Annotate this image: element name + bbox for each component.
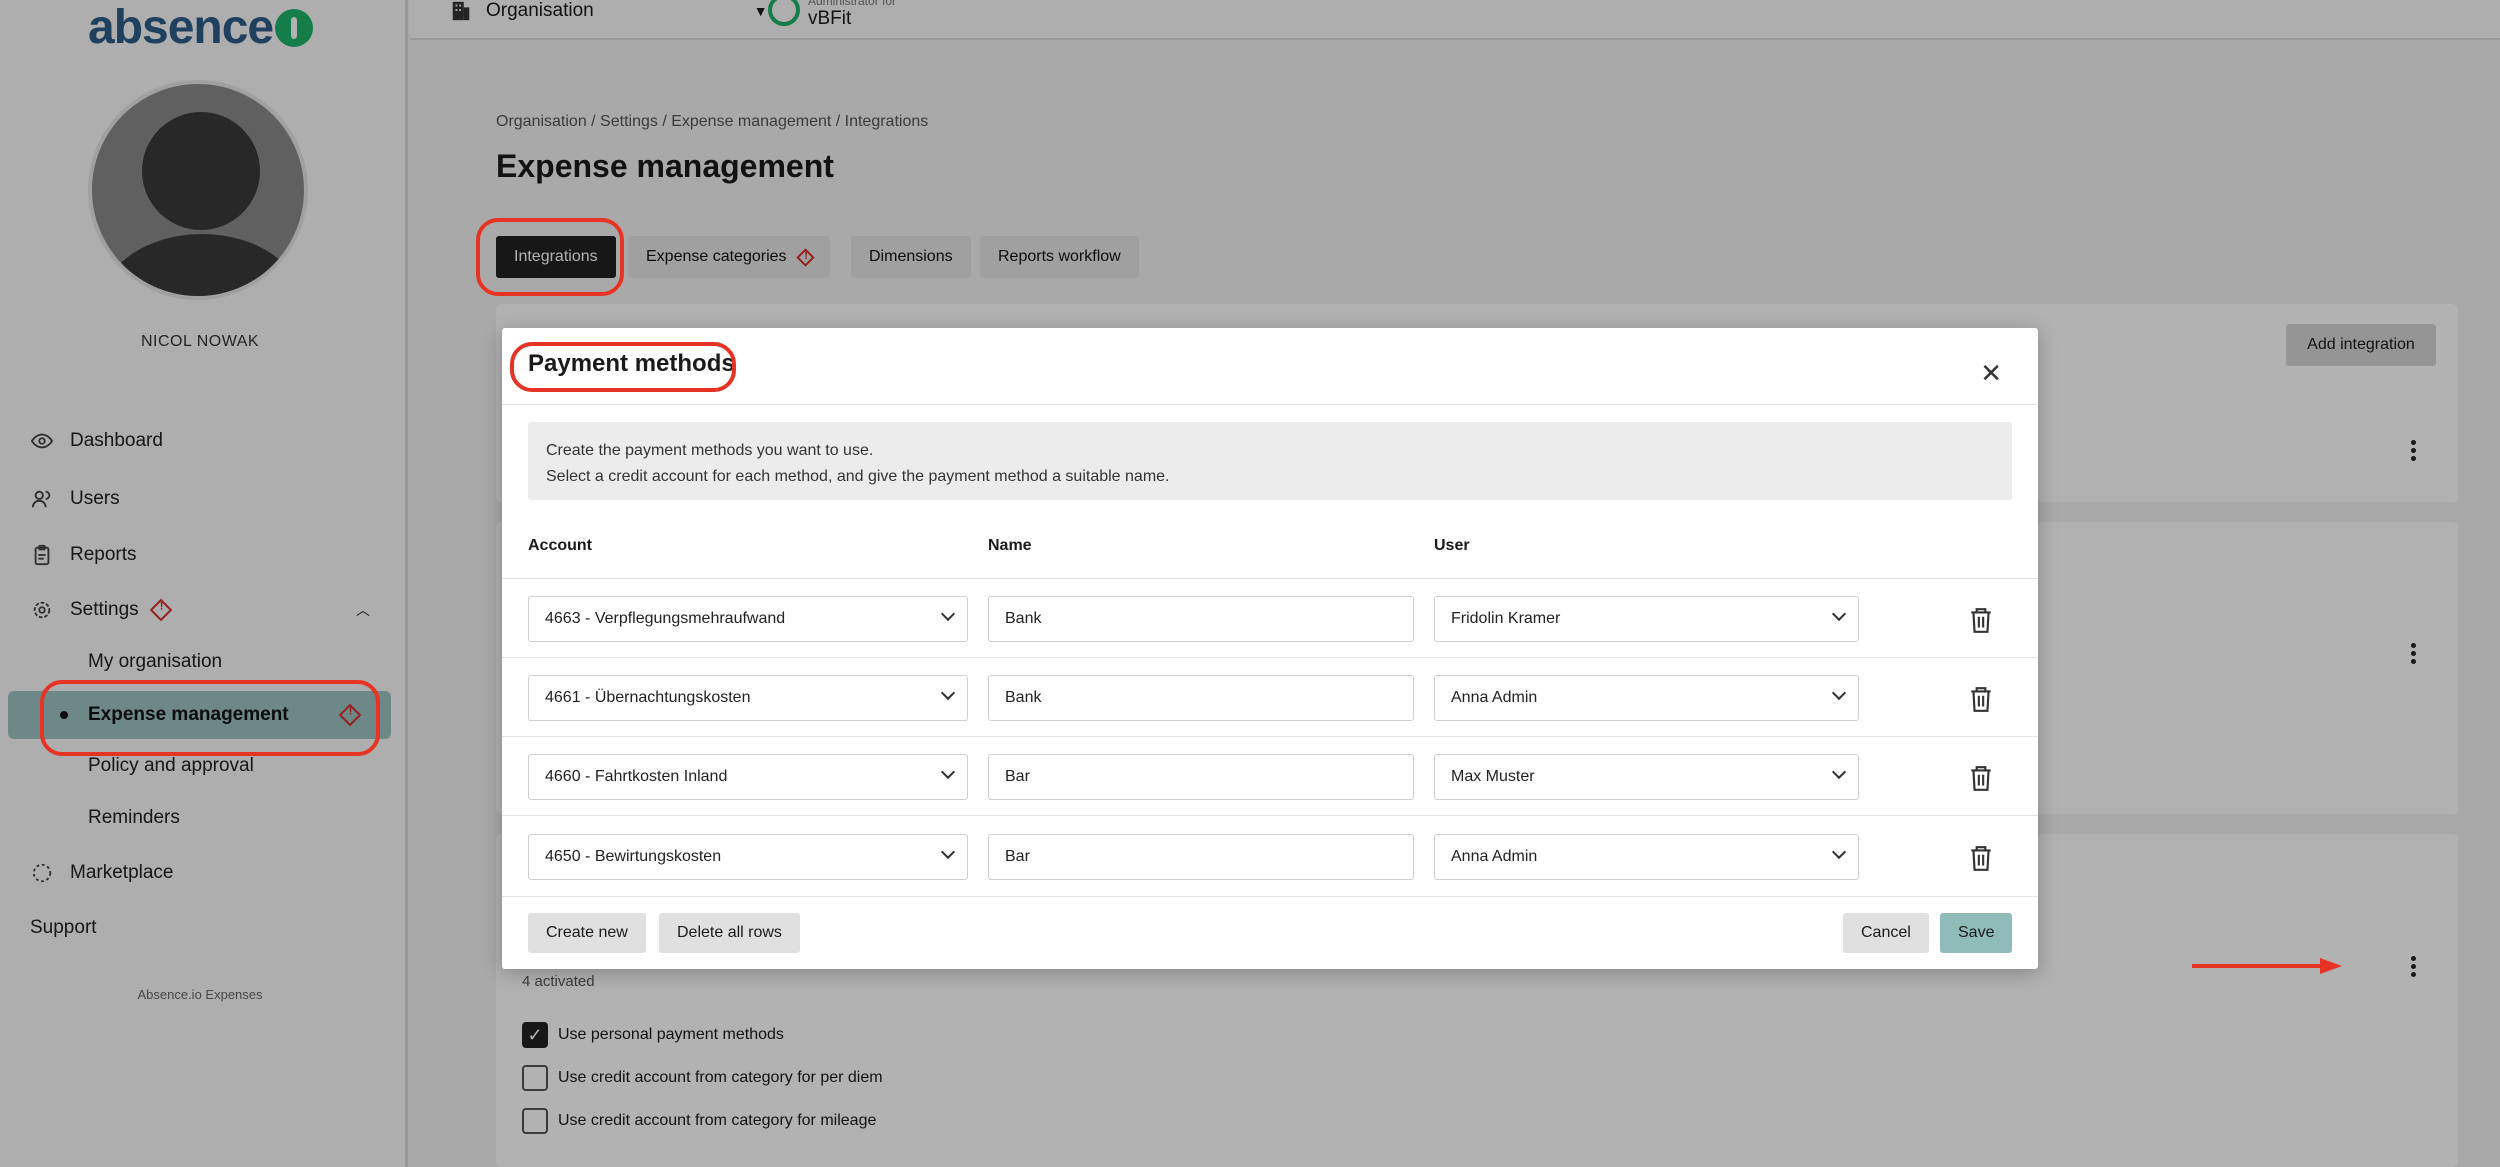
name-input[interactable]: Bar <box>988 754 1414 800</box>
column-header-name: Name <box>988 537 1032 554</box>
divider <box>502 578 2038 579</box>
account-select[interactable]: 4660 - Fahrtkosten Inland <box>528 754 968 800</box>
divider <box>502 657 2038 658</box>
cancel-button[interactable]: Cancel <box>1843 913 1929 953</box>
user-select[interactable]: Fridolin Kramer <box>1434 596 1859 642</box>
chevron-down-icon <box>940 685 956 701</box>
divider <box>502 815 2038 816</box>
name-input[interactable]: Bank <box>988 675 1414 721</box>
account-select[interactable]: 4661 - Übernachtungskosten <box>528 675 968 721</box>
user-select[interactable]: Max Muster <box>1434 754 1859 800</box>
user-select[interactable]: Anna Admin <box>1434 675 1859 721</box>
trash-icon[interactable] <box>1968 606 1994 634</box>
chevron-down-icon <box>940 606 956 622</box>
chevron-down-icon <box>1831 685 1847 701</box>
chevron-down-icon <box>1831 606 1847 622</box>
column-header-user: User <box>1434 537 1470 554</box>
chevron-down-icon <box>1831 844 1847 860</box>
highlight-ring <box>40 680 380 756</box>
trash-icon[interactable] <box>1968 764 1994 792</box>
red-arrow-icon <box>2192 958 2342 974</box>
divider <box>502 404 2038 405</box>
column-header-account: Account <box>528 537 592 554</box>
chevron-down-icon <box>940 764 956 780</box>
chevron-down-icon <box>1831 764 1847 780</box>
delete-all-rows-button[interactable]: Delete all rows <box>659 913 800 953</box>
create-new-button[interactable]: Create new <box>528 913 646 953</box>
account-select[interactable]: 4663 - Verpflegungsmehraufwand <box>528 596 968 642</box>
account-select[interactable]: 4650 - Bewirtungskosten <box>528 834 968 880</box>
user-select[interactable]: Anna Admin <box>1434 834 1859 880</box>
close-icon[interactable]: ✕ <box>1980 358 2002 389</box>
divider <box>502 736 2038 737</box>
trash-icon[interactable] <box>1968 685 1994 713</box>
highlight-ring <box>476 218 624 296</box>
trash-icon[interactable] <box>1968 844 1994 872</box>
payment-methods-modal: Payment methods ✕ Create the payment met… <box>502 328 2038 969</box>
divider <box>502 896 2038 897</box>
chevron-down-icon <box>940 844 956 860</box>
highlight-ring <box>510 342 736 392</box>
name-input[interactable]: Bar <box>988 834 1414 880</box>
info-box: Create the payment methods you want to u… <box>528 422 2012 500</box>
name-input[interactable]: Bank <box>988 596 1414 642</box>
save-button[interactable]: Save <box>1940 913 2013 953</box>
